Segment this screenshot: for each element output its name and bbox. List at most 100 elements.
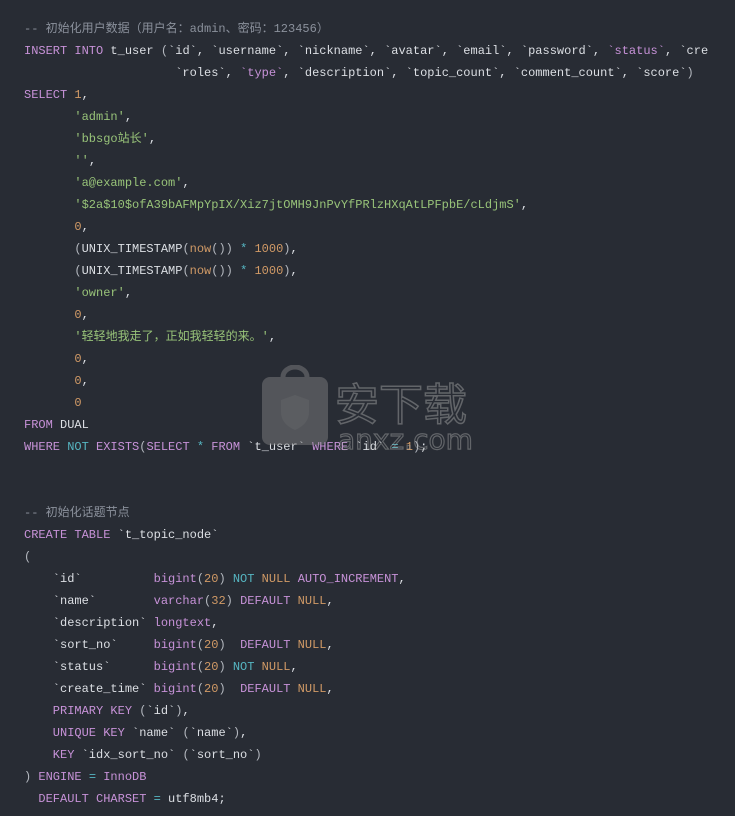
code-token: DEFAULT [240,638,298,652]
code-token: NULL [297,638,327,652]
code-token: 1 [74,88,82,102]
code-token: , [520,198,529,212]
code-token: ( [182,726,190,740]
code-token: 20 [204,660,219,674]
code-token: ) [218,572,233,586]
code-token: `create_time` [24,682,154,696]
code-token: `id` [146,704,176,718]
code-line: WHERE NOT EXISTS(SELECT * FROM `t_user` … [24,436,708,458]
code-line: `description` longtext, [24,612,708,634]
code-token: * [240,242,255,256]
code-token: 0 [24,220,82,234]
code-token: `t_user` [247,440,313,454]
code-line: DEFAULT CHARSET = utf8mb4; [24,788,708,810]
code-line: ( [24,546,708,568]
code-line: 'bbsgo站长', [24,128,708,150]
code-token: DEFAULT [240,594,298,608]
code-token: FROM [211,440,248,454]
code-token: '轻轻地我走了，正如我轻轻的来。' [24,330,269,344]
code-line: 'owner', [24,282,708,304]
code-token: ) [225,594,241,608]
code-token: NOT [232,660,262,674]
code-token: utf8mb4; [168,792,226,806]
code-token: , [81,374,89,388]
code-token: ( [160,44,169,58]
code-token: , [124,286,133,300]
code-token: WHERE [312,440,356,454]
code-token: ( [196,682,205,696]
code-line: '', [24,150,708,172]
code-token: , [240,726,248,740]
code-token: , [182,176,190,190]
code-token: ( [24,264,82,278]
code-token: NOT [67,440,97,454]
code-token: , [81,308,89,322]
code-line: `sort_no` bigint(20) DEFAULT NULL, [24,634,708,656]
code-line: 0, [24,304,708,326]
code-line: KEY `idx_sort_no` (`sort_no`) [24,744,708,766]
code-token: `status` [607,44,665,58]
code-token: DUAL [60,418,89,432]
code-token: , [88,154,97,168]
code-line: -- 初始化话题节点 [24,502,708,524]
code-line: 'admin', [24,106,708,128]
code-token: SELECT [24,88,75,102]
code-line: ) ENGINE = InnoDB [24,766,708,788]
code-token: 'bbsgo站长' [24,132,149,146]
code-line: (UNIX_TIMESTAMP(now()) * 1000), [24,238,708,260]
code-line: PRIMARY KEY (`id`), [24,700,708,722]
code-token: `id`, `username`, `nickname`, `avatar`, … [168,44,608,58]
code-token: -- 初始化话题节点 [24,506,130,520]
code-token: 'a@example.com' [24,176,183,190]
code-token: DEFAULT CHARSET [24,792,154,806]
code-token: , [81,88,89,102]
code-token: ( [24,550,32,564]
code-token: KEY [24,748,82,762]
code-token: , [290,660,298,674]
code-token: 1000 [254,242,284,256]
code-token: `name` [24,594,154,608]
code-token: NULL [297,594,327,608]
code-line: FROM DUAL [24,414,708,436]
code-token: 0 [24,308,82,322]
code-token: ( [196,638,205,652]
code-token: bigint [153,638,197,652]
code-token: `name` [132,726,183,740]
code-token: , [148,132,157,146]
code-line: 0, [24,370,708,392]
code-line: '轻轻地我走了，正如我轻轻的来。', [24,326,708,348]
code-token: 32 [211,594,226,608]
code-token: PRIMARY KEY [24,704,140,718]
code-token: ( [196,660,205,674]
code-token: 'owner' [24,286,125,300]
code-token: SELECT [146,440,197,454]
code-token: `idx_sort_no` [81,748,183,762]
code-token: DEFAULT [240,682,298,696]
code-token: now [189,242,212,256]
code-token: 1 [405,440,413,454]
code-line: `name` varchar(32) DEFAULT NULL, [24,590,708,612]
code-token: ( [182,242,190,256]
code-token: , [290,264,298,278]
code-token: , [326,638,334,652]
code-token: UNIQUE KEY [24,726,133,740]
code-token: CREATE TABLE [24,528,118,542]
code-token: = [153,792,169,806]
code-token: 0 [24,352,82,366]
code-token: , `cre [664,44,709,58]
code-line: 'a@example.com', [24,172,708,194]
code-token: ) [218,638,241,652]
code-token: 1000 [254,264,284,278]
code-line: UNIQUE KEY `name` (`name`), [24,722,708,744]
code-line: `roles`, `type`, `description`, `topic_c… [24,62,708,84]
code-token: NULL [261,572,298,586]
code-token: NULL [297,682,327,696]
code-editor[interactable]: -- 初始化用户数据（用户名：admin、密码：123456） INSERT IN… [24,18,708,810]
code-token: * [196,440,212,454]
code-line: `create_time` bigint(20) DEFAULT NULL, [24,678,708,700]
code-line: `status` bigint(20) NOT NULL, [24,656,708,678]
code-token: ( [182,748,190,762]
code-token: InnoDB [103,770,147,784]
